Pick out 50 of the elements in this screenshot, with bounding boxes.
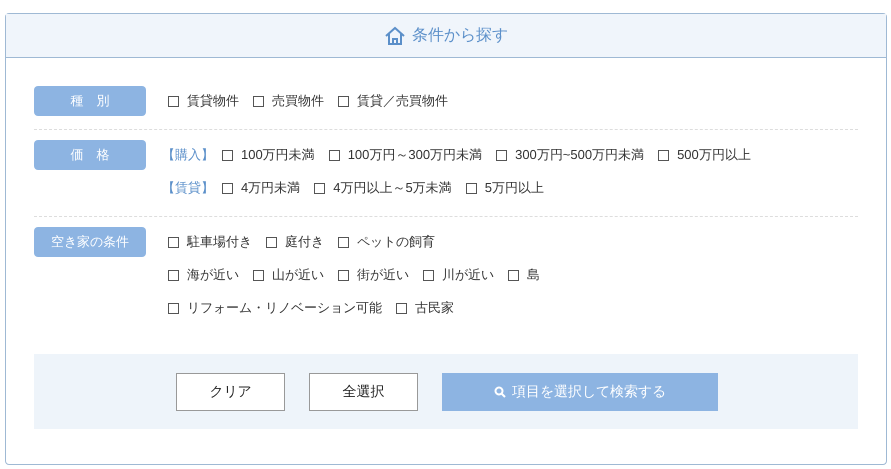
- option-label: 川が近い: [442, 266, 494, 284]
- checkbox[interactable]: [168, 302, 179, 314]
- checkbox[interactable]: [168, 96, 179, 106]
- option-label: 庭付き: [285, 233, 324, 252]
- option-label: 100万円未満: [241, 146, 315, 164]
- category-label: 空き家の条件: [34, 227, 146, 257]
- home-icon: [384, 26, 406, 46]
- option-label: 賃貸物件: [187, 92, 239, 110]
- checkbox[interactable]: [168, 236, 179, 248]
- option-label: 駐車場付き: [187, 233, 252, 252]
- category-label: 種 別: [34, 86, 146, 116]
- option-label: 海が近い: [187, 266, 239, 284]
- price-type-label: 【賃貸】: [162, 179, 214, 198]
- checkbox[interactable]: [508, 270, 519, 280]
- option-label: ペットの飼育: [357, 233, 435, 252]
- select-all-button[interactable]: 全選択: [309, 372, 418, 410]
- category-label: 価 格: [34, 140, 146, 170]
- option-label: 100万円～300万円未満: [348, 146, 482, 164]
- option-label: 街が近い: [357, 266, 409, 284]
- option-label: 山が近い: [272, 266, 324, 284]
- option-label: 5万円以上: [484, 179, 544, 198]
- checkbox[interactable]: [314, 182, 326, 194]
- option-label: 4万円未満: [241, 179, 300, 198]
- checkbox[interactable]: [266, 236, 277, 248]
- option-label: 500万円以上: [677, 146, 751, 164]
- search-icon: [494, 386, 506, 398]
- checkbox[interactable]: [496, 150, 508, 160]
- clear-button[interactable]: クリア: [176, 372, 285, 410]
- option-label: 賃貸／売買物件: [357, 92, 448, 110]
- checkbox[interactable]: [253, 96, 264, 106]
- checkbox[interactable]: [338, 270, 349, 280]
- option-label: 300万円~500万円未満: [515, 146, 644, 164]
- option-label: リフォーム・リノベーション可能: [187, 299, 382, 318]
- option-label: 4万円以上～5万未満: [333, 179, 452, 198]
- checkbox[interactable]: [338, 96, 349, 106]
- checkbox[interactable]: [466, 182, 477, 194]
- checkbox[interactable]: [423, 270, 434, 280]
- checkbox[interactable]: [222, 182, 233, 194]
- checkbox[interactable]: [658, 150, 670, 160]
- checkbox[interactable]: [328, 150, 340, 160]
- price-type-label: 【購入】: [162, 146, 214, 164]
- checkbox[interactable]: [222, 150, 233, 160]
- panel-title: 条件から探す: [412, 26, 508, 46]
- option-label: 島: [527, 266, 540, 284]
- option-label: 古民家: [415, 299, 454, 318]
- checkbox[interactable]: [338, 236, 349, 248]
- checkbox[interactable]: [253, 270, 264, 280]
- checkbox[interactable]: [396, 302, 407, 314]
- option-label: 売買物件: [272, 92, 324, 110]
- checkbox[interactable]: [168, 270, 179, 280]
